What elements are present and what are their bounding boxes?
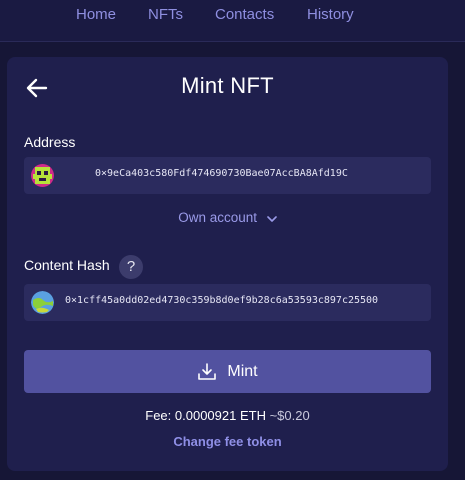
download-icon bbox=[197, 362, 217, 382]
mint-nft-card: Mint NFT Address 0×9eCa403c580Fdf4746907… bbox=[7, 57, 448, 471]
content-hash-field[interactable]: 0×1cff45a0dd02ed4730c359b8d0ef9b28c6a535… bbox=[24, 284, 431, 321]
own-account-label: Own account bbox=[178, 210, 258, 225]
fee-usd: ~$0.20 bbox=[269, 408, 310, 423]
top-navigation: Home NFTs Contacts History bbox=[0, 0, 465, 42]
change-fee-token-link[interactable]: Change fee token bbox=[7, 434, 448, 449]
nav-nfts-link[interactable]: NFTs bbox=[148, 6, 183, 23]
globe-avatar-icon bbox=[31, 291, 54, 314]
address-value: 0×9eCa403c580Fdf474690730Bae07AccBA8Afd1… bbox=[95, 168, 348, 179]
content-hash-label: Content Hash bbox=[24, 257, 110, 273]
own-account-toggle[interactable]: Own account bbox=[7, 210, 448, 226]
mint-button[interactable]: Mint bbox=[24, 350, 431, 393]
fee-line: Fee: 0.0000921 ETH ~$0.20 bbox=[7, 408, 448, 423]
page-title: Mint NFT bbox=[181, 73, 274, 98]
fee-amount: 0.0000921 ETH bbox=[174, 408, 266, 423]
chevron-down-icon bbox=[266, 211, 277, 226]
address-label: Address bbox=[24, 134, 76, 150]
mint-label: Mint bbox=[227, 362, 258, 380]
nav-contacts-link[interactable]: Contacts bbox=[215, 6, 274, 23]
nav-history-link[interactable]: History bbox=[307, 6, 354, 23]
fee-prefix: Fee: bbox=[145, 408, 175, 423]
content-hash-value: 0×1cff45a0dd02ed4730c359b8d0ef9b28c6a535… bbox=[65, 295, 379, 306]
help-icon[interactable]: ? bbox=[119, 255, 143, 279]
pixel-avatar-icon bbox=[31, 164, 54, 187]
nav-home-link[interactable]: Home bbox=[76, 6, 116, 23]
address-field[interactable]: 0×9eCa403c580Fdf474690730Bae07AccBA8Afd1… bbox=[24, 157, 431, 194]
